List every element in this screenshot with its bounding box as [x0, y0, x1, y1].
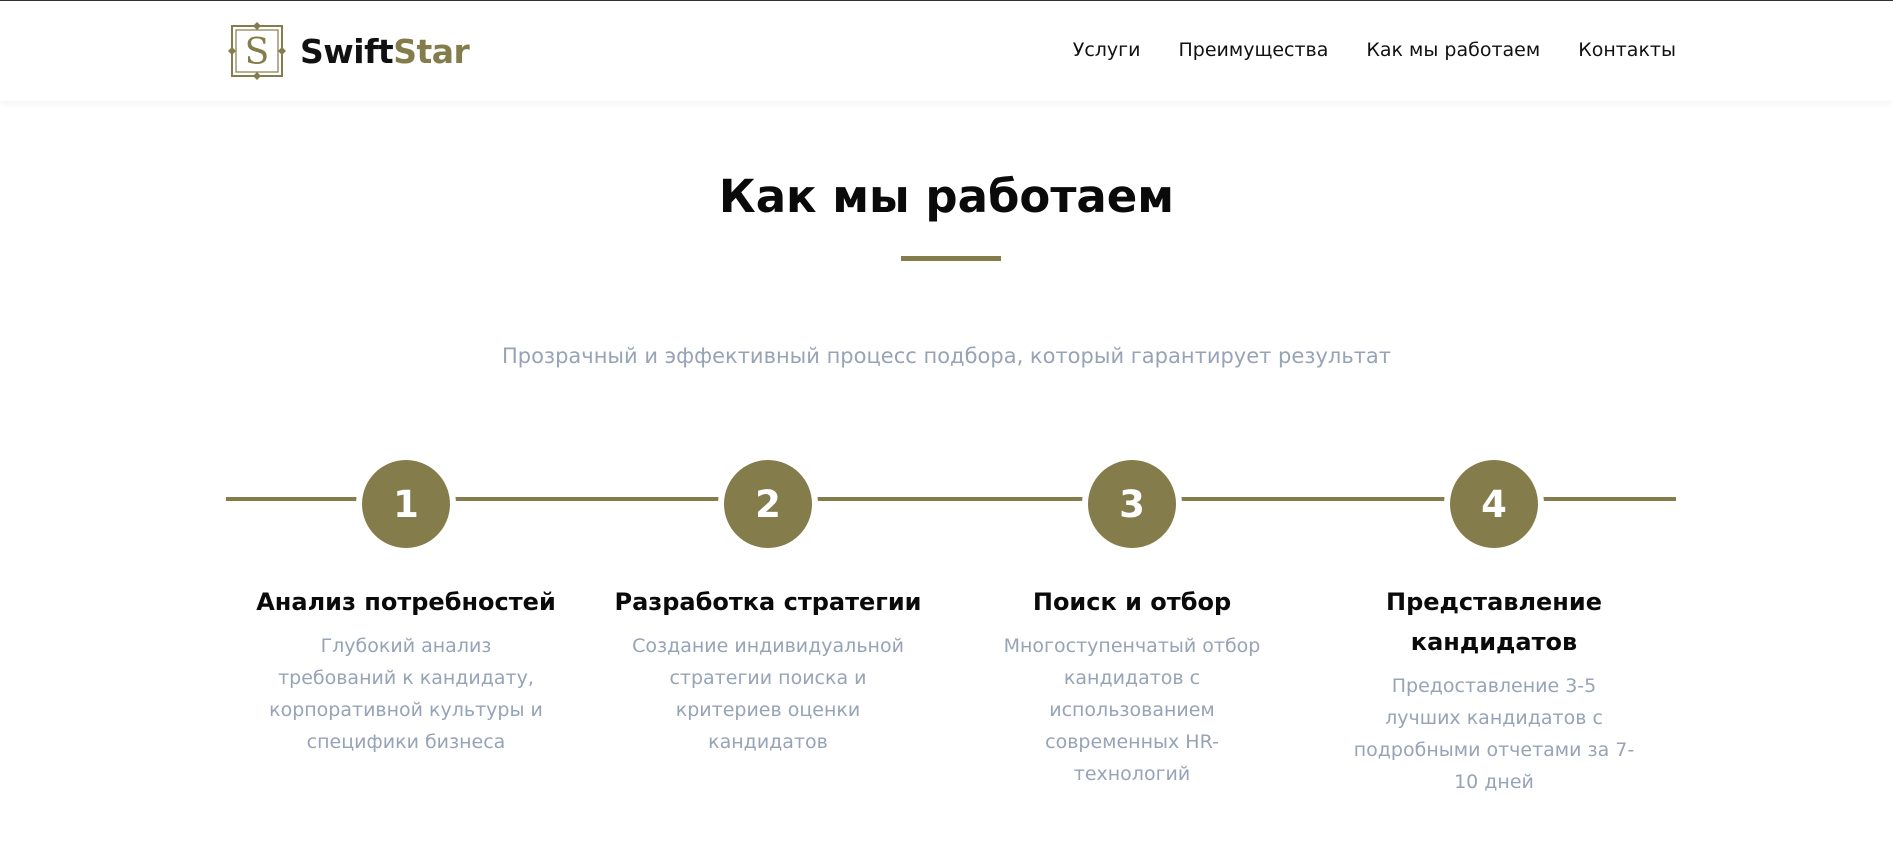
step-description: Предоставление 3-5 лучших кандидатов с п…: [1353, 675, 1635, 793]
brand-name-part2: Star: [393, 31, 470, 71]
step-4: 4 Представление кандидатов Предоставлени…: [1339, 454, 1649, 798]
title-underline: [901, 256, 1001, 261]
step-title: Разработка стратегии: [614, 588, 922, 616]
step-description: Многоступенчатый отбор кандидатов с испо…: [1003, 635, 1261, 785]
nav-link-contacts[interactable]: Контакты: [1578, 39, 1676, 61]
brand-name-part1: Swift: [300, 31, 394, 71]
site-header: S SwiftStar Услуги Преимущества Как мы р…: [0, 1, 1893, 101]
step-2: 2 Разработка стратегии Создание индивиду…: [613, 454, 923, 758]
nav-link-how-we-work[interactable]: Как мы работаем: [1366, 39, 1540, 61]
section-title: Как мы работаем: [718, 170, 1175, 223]
step-title: Поиск и отбор: [1032, 588, 1232, 616]
logo[interactable]: S SwiftStar: [228, 21, 470, 81]
main-nav: Услуги Преимущества Как мы работаем Конт…: [1073, 39, 1676, 61]
section-subtitle: Прозрачный и эффективный процесс подбора…: [501, 344, 1392, 368]
step-1: 1 Анализ потребностей Глубокий анализ тр…: [251, 454, 561, 758]
step-number-badge: 4: [1450, 460, 1538, 548]
step-description: Глубокий анализ требований к кандидату, …: [269, 635, 543, 753]
nav-link-advantages[interactable]: Преимущества: [1178, 39, 1328, 61]
logo-emblem-icon: S: [228, 22, 286, 80]
step-number-badge: 1: [362, 460, 450, 548]
brand-name: SwiftStar: [300, 31, 470, 71]
step-number-badge: 2: [724, 460, 812, 548]
logo-letter: S: [245, 32, 270, 73]
nav-link-services[interactable]: Услуги: [1073, 39, 1141, 61]
step-title: Представление кандидатов: [1386, 588, 1602, 656]
step-3: 3 Поиск и отбор Многоступенчатый отбор к…: [977, 454, 1287, 790]
step-title: Анализ потребностей: [256, 588, 556, 616]
step-description: Создание индивидуальной стратегии поиска…: [632, 635, 904, 753]
step-number-badge: 3: [1088, 460, 1176, 548]
